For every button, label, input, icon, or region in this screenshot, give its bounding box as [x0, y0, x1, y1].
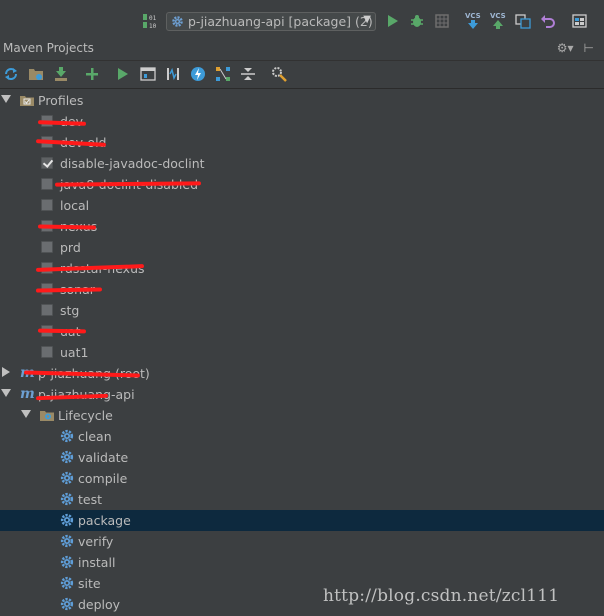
add-project-icon[interactable]	[84, 66, 100, 82]
navigation-toolbar: 01 10 p-jiazhuang-api [package] (2) ▼ VC…	[0, 0, 604, 39]
maven-settings-icon[interactable]	[271, 66, 287, 82]
goal-gear-icon	[60, 492, 74, 506]
goal-gear-icon	[60, 429, 74, 443]
collapse-all-icon[interactable]	[240, 66, 256, 82]
lifecycle-label: Lifecycle	[58, 408, 113, 423]
header-actions: ⚙▾ ⊢	[557, 41, 594, 55]
profile-label: local	[60, 198, 90, 213]
profile-checkbox[interactable]	[41, 199, 53, 211]
lifecycle-folder-icon	[40, 411, 54, 421]
show-dependencies-icon[interactable]	[215, 66, 231, 82]
lifecycle-goal-validate[interactable]: validate	[0, 447, 604, 468]
profile-label: uat1	[60, 345, 89, 360]
reimport-icon[interactable]	[3, 66, 19, 82]
revert-icon[interactable]	[540, 12, 556, 30]
goal-gear-icon	[60, 534, 74, 548]
profile-checkbox[interactable]	[41, 241, 53, 253]
vcs-update-icon[interactable]: VCS	[465, 12, 481, 30]
tool-window-header: Maven Projects ⚙▾ ⊢	[0, 38, 604, 61]
skip-tests-icon[interactable]	[190, 66, 206, 82]
profile-item[interactable]: prd	[0, 237, 604, 258]
goal-gear-icon	[60, 471, 74, 485]
svg-text:10: 10	[149, 23, 157, 30]
collapse-arrow-icon[interactable]	[2, 367, 10, 377]
redaction-mark	[37, 328, 87, 334]
vcs-commit-icon[interactable]: VCS	[490, 12, 506, 30]
profile-item[interactable]: local	[0, 195, 604, 216]
profile-checkbox-checked[interactable]	[41, 157, 53, 169]
goal-gear-icon	[60, 513, 74, 527]
generate-sources-icon[interactable]	[28, 66, 44, 82]
maven-module-icon: m	[20, 386, 35, 402]
profile-checkbox[interactable]	[41, 178, 53, 190]
settings-gear-icon[interactable]: ⚙▾	[557, 41, 574, 55]
profile-item[interactable]: uat1	[0, 342, 604, 363]
maven-toolbar	[0, 61, 604, 89]
goal-gear-icon	[60, 450, 74, 464]
tree-node-profiles[interactable]: Profiles	[0, 90, 604, 111]
profile-item[interactable]: uat	[0, 321, 604, 342]
run-configuration-icon[interactable]	[140, 66, 156, 82]
chevron-down-icon: ▼	[363, 14, 371, 25]
compare-icon[interactable]	[515, 12, 531, 30]
profile-checkbox[interactable]	[41, 346, 53, 358]
toggle-offline-icon[interactable]	[165, 66, 181, 82]
profile-item[interactable]: stg	[0, 300, 604, 321]
project-structure-icon[interactable]	[572, 12, 588, 30]
watermark: http://blog.csdn.net/zcl111	[323, 586, 560, 606]
profile-label: disable-javadoc-doclint	[60, 156, 205, 171]
expand-arrow-icon[interactable]	[1, 95, 11, 103]
svg-text:01: 01	[149, 15, 157, 22]
run-goal-icon[interactable]	[115, 66, 131, 82]
download-sources-icon[interactable]	[53, 66, 69, 82]
run-configuration-label: p-jiazhuang-api [package] (2)	[188, 14, 373, 29]
debug-icon[interactable]	[409, 12, 425, 30]
run-configuration-dropdown[interactable]: p-jiazhuang-api [package] (2) ▼	[166, 12, 376, 31]
expand-arrow-icon[interactable]	[1, 389, 11, 397]
maven-projects-tree: Profiles dev dev-old disable-javadoc-doc…	[0, 89, 604, 616]
lifecycle-goal-compile[interactable]: compile	[0, 468, 604, 489]
expand-arrow-icon[interactable]	[21, 410, 31, 418]
tree-node-lifecycle[interactable]: Lifecycle	[0, 405, 604, 426]
goal-gear-icon	[60, 555, 74, 569]
tool-window-title: Maven Projects	[3, 41, 94, 55]
lifecycle-goal-test[interactable]: test	[0, 489, 604, 510]
profiles-label: Profiles	[38, 93, 84, 108]
profile-checkbox[interactable]	[41, 304, 53, 316]
lifecycle-goal-install[interactable]: install	[0, 552, 604, 573]
profile-label: stg	[60, 303, 80, 318]
lifecycle-goal-package-selected[interactable]: package	[0, 510, 604, 531]
run-icon[interactable]	[386, 12, 400, 30]
profile-label: prd	[60, 240, 81, 255]
lifecycle-goal-clean[interactable]: clean	[0, 426, 604, 447]
goal-gear-icon	[60, 597, 74, 611]
lifecycle-goal-verify[interactable]: verify	[0, 531, 604, 552]
goal-gear-icon	[60, 576, 74, 590]
hide-panel-icon[interactable]: ⊢	[584, 41, 594, 55]
profile-item[interactable]: dev	[0, 111, 604, 132]
profiles-folder-icon	[20, 96, 34, 106]
profile-item[interactable]: disable-javadoc-doclint	[0, 153, 604, 174]
binary-icon[interactable]: 01 10	[142, 12, 158, 30]
maven-gear-icon	[172, 16, 183, 27]
run-with-coverage-icon[interactable]	[434, 12, 450, 30]
